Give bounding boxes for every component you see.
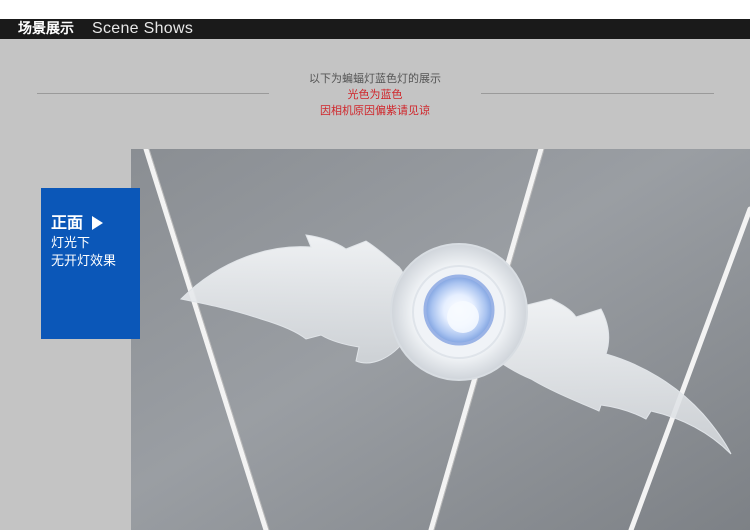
card-title: 正面 xyxy=(51,213,84,232)
section-title-en: Scene Shows xyxy=(92,20,194,37)
section-title-cn: 场景展示 xyxy=(18,21,74,37)
divider-right xyxy=(481,93,714,94)
card-line-1: 灯光下 xyxy=(51,236,91,251)
bat-light-icon xyxy=(131,149,750,530)
section-header-bar: 场景展示 Scene Shows xyxy=(0,19,750,39)
divider-left xyxy=(37,93,269,94)
product-photo xyxy=(131,149,750,530)
intro-description: 以下为蝙蝠灯蓝色灯的展示 xyxy=(309,72,441,85)
view-info-card: 正面 灯光下 无开灯效果 xyxy=(41,188,140,339)
play-arrow-icon xyxy=(92,216,103,230)
intro-light-color: 光色为蓝色 xyxy=(347,88,403,101)
intro-camera-note: 因相机原因偏紫请见谅 xyxy=(320,104,430,117)
card-line-2: 无开灯效果 xyxy=(51,254,117,269)
